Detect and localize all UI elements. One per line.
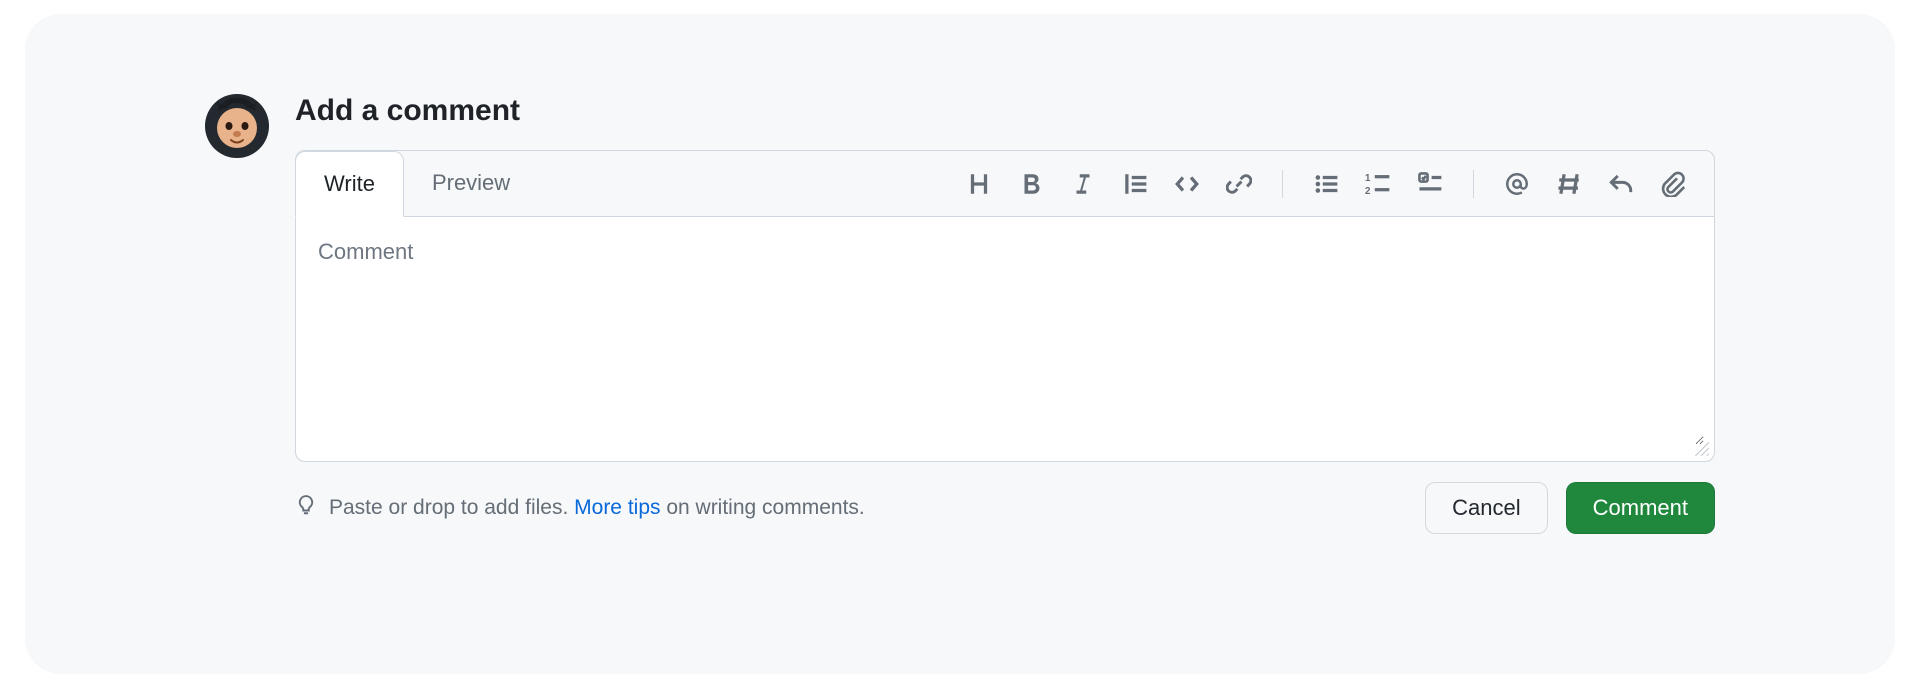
tips-bar: Paste or drop to add files. More tips on… — [295, 494, 865, 522]
svg-text:2: 2 — [1365, 185, 1371, 196]
tips-suffix: on writing comments. — [661, 496, 865, 519]
link-icon[interactable] — [1226, 171, 1252, 197]
reply-icon[interactable] — [1608, 171, 1634, 197]
tab-preview[interactable]: Preview — [404, 150, 538, 216]
code-icon[interactable] — [1174, 171, 1200, 197]
page-title: Add a comment — [295, 94, 1715, 128]
comment-button[interactable]: Comment — [1566, 482, 1715, 534]
editor-body — [296, 217, 1714, 461]
comment-textarea[interactable] — [306, 227, 1704, 445]
toolbar-separator — [1473, 170, 1474, 198]
tab-write[interactable]: Write — [295, 151, 404, 217]
cancel-button[interactable]: Cancel — [1425, 482, 1547, 534]
toolbar-separator — [1282, 170, 1283, 198]
more-tips-link[interactable]: More tips — [574, 496, 660, 519]
heading-icon[interactable] — [966, 171, 992, 197]
tab-preview-label: Preview — [432, 170, 510, 196]
svg-text:1: 1 — [1365, 172, 1371, 183]
comment-box: Write Preview — [295, 150, 1715, 462]
ordered-list-icon[interactable]: 12 — [1365, 171, 1391, 197]
tasklist-icon[interactable] — [1417, 171, 1443, 197]
unordered-list-icon[interactable] — [1313, 171, 1339, 197]
italic-icon[interactable] — [1070, 171, 1096, 197]
markdown-toolbar: 12 — [966, 170, 1704, 198]
reference-icon[interactable] — [1556, 171, 1582, 197]
avatar — [205, 94, 269, 158]
tab-bar: Write Preview — [296, 151, 1714, 217]
lightbulb-icon — [295, 494, 317, 522]
attach-icon[interactable] — [1660, 171, 1686, 197]
tips-text: Paste or drop to add files. More tips on… — [329, 496, 865, 520]
tab-write-label: Write — [324, 171, 375, 197]
quote-icon[interactable] — [1122, 171, 1148, 197]
mention-icon[interactable] — [1504, 171, 1530, 197]
bold-icon[interactable] — [1018, 171, 1044, 197]
tips-prefix: Paste or drop to add files. — [329, 496, 574, 519]
